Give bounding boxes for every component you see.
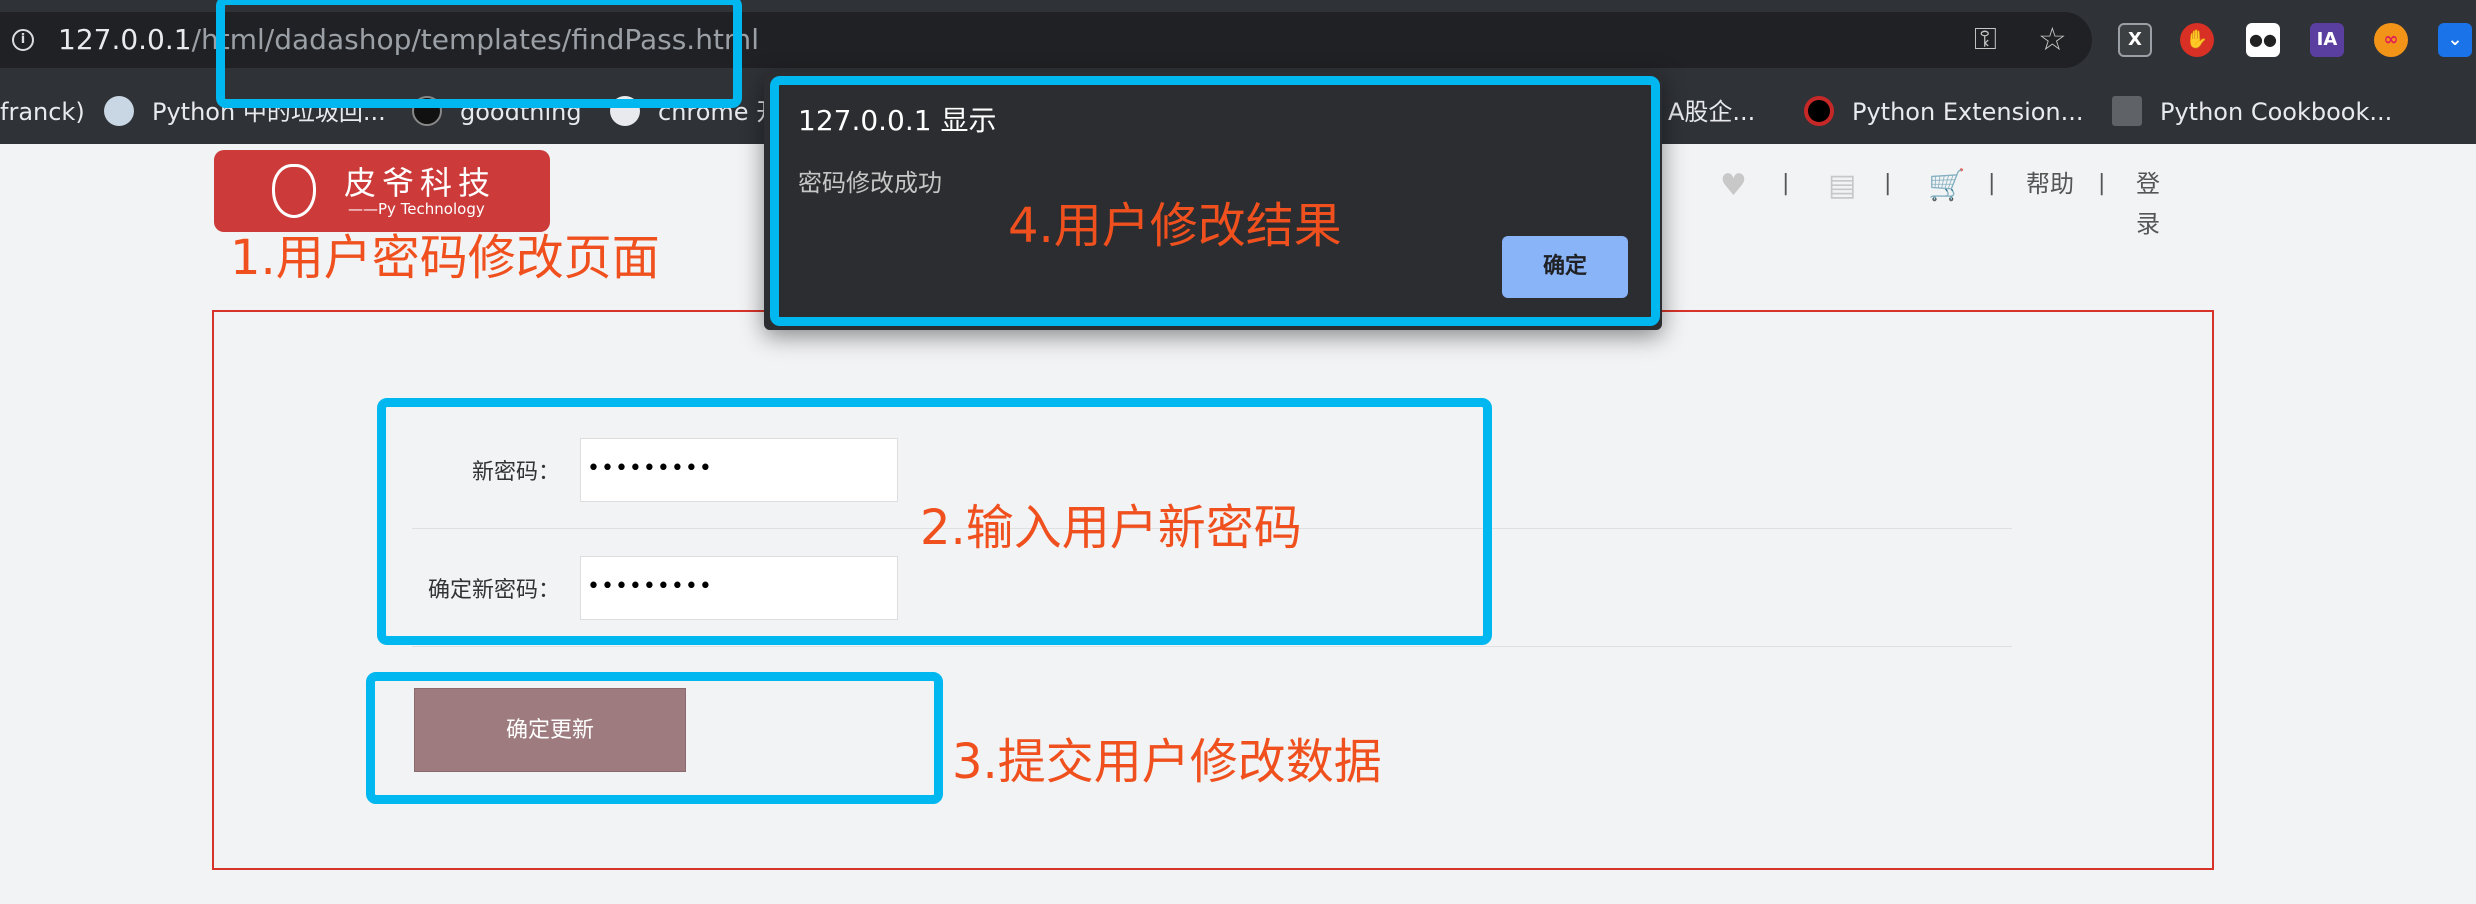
annotation-step1: 1.用户密码修改页面 [230,230,660,286]
stop-hand-icon[interactable]: ✋ [2180,23,2214,57]
cat-logo-icon [272,164,316,218]
nav-help-link[interactable]: 帮助 [2026,164,2074,204]
url-host: 127.0.0.1 [58,23,192,56]
incognito-icon[interactable]: ●● [2246,23,2280,57]
bookmark-item[interactable]: franck) [0,80,85,144]
book-icon [2112,96,2142,126]
top-nav: ♥ | ▤ | 🛒 | 帮助 | 登录 [1720,164,2180,239]
cart-icon[interactable]: 🛒 [1928,170,1965,202]
annotation-step3: 3.提交用户修改数据 [952,734,1382,790]
annotation-box-dialog [770,76,1660,326]
bookmark-label: A股企... [1668,98,1756,126]
extension-ia-icon[interactable]: IA [2310,23,2344,57]
annotation-box-submit [366,672,943,804]
logo-subtitle: ——Py Technology [348,200,485,218]
bookmark-item[interactable]: A股企... [1668,80,1755,144]
info-icon[interactable]: i [12,29,34,51]
heart-icon[interactable]: ♥ [1720,170,1747,202]
bookmark-star-icon[interactable]: ☆ [2038,22,2067,56]
document-icon[interactable]: ▤ [1828,170,1856,202]
nav-separator: | [1782,171,1790,196]
bookmark-item[interactable]: Python Cookbook... [2112,80,2392,144]
avatar-icon [104,96,134,126]
bookmark-label: Python Cookbook... [2160,98,2393,126]
bookmark-label: Python Extension... [1852,98,2084,126]
nav-login-link[interactable]: 登录 [2136,164,2180,238]
nav-separator: | [1988,171,1996,196]
nav-separator: | [2098,171,2106,196]
extension-x-icon[interactable]: X [2118,23,2152,57]
bookmark-label: franck) [0,98,85,126]
logo-brand: 皮爷科技 [344,164,497,202]
chevrons-down-icon[interactable]: ⌄ [2438,23,2472,57]
key-icon[interactable]: ⚿ [1974,24,1997,56]
python-extension-icon [1804,96,1834,126]
site-logo[interactable]: 皮爷科技 ——Py Technology [214,150,550,232]
bookmark-item[interactable]: Python Extension... [1804,80,2084,144]
annotation-box-inputs [377,398,1492,645]
form-divider [412,646,2012,647]
nav-separator: | [1884,171,1892,196]
infinity-icon[interactable]: ∞ [2374,23,2408,57]
annotation-box-url [216,0,742,108]
